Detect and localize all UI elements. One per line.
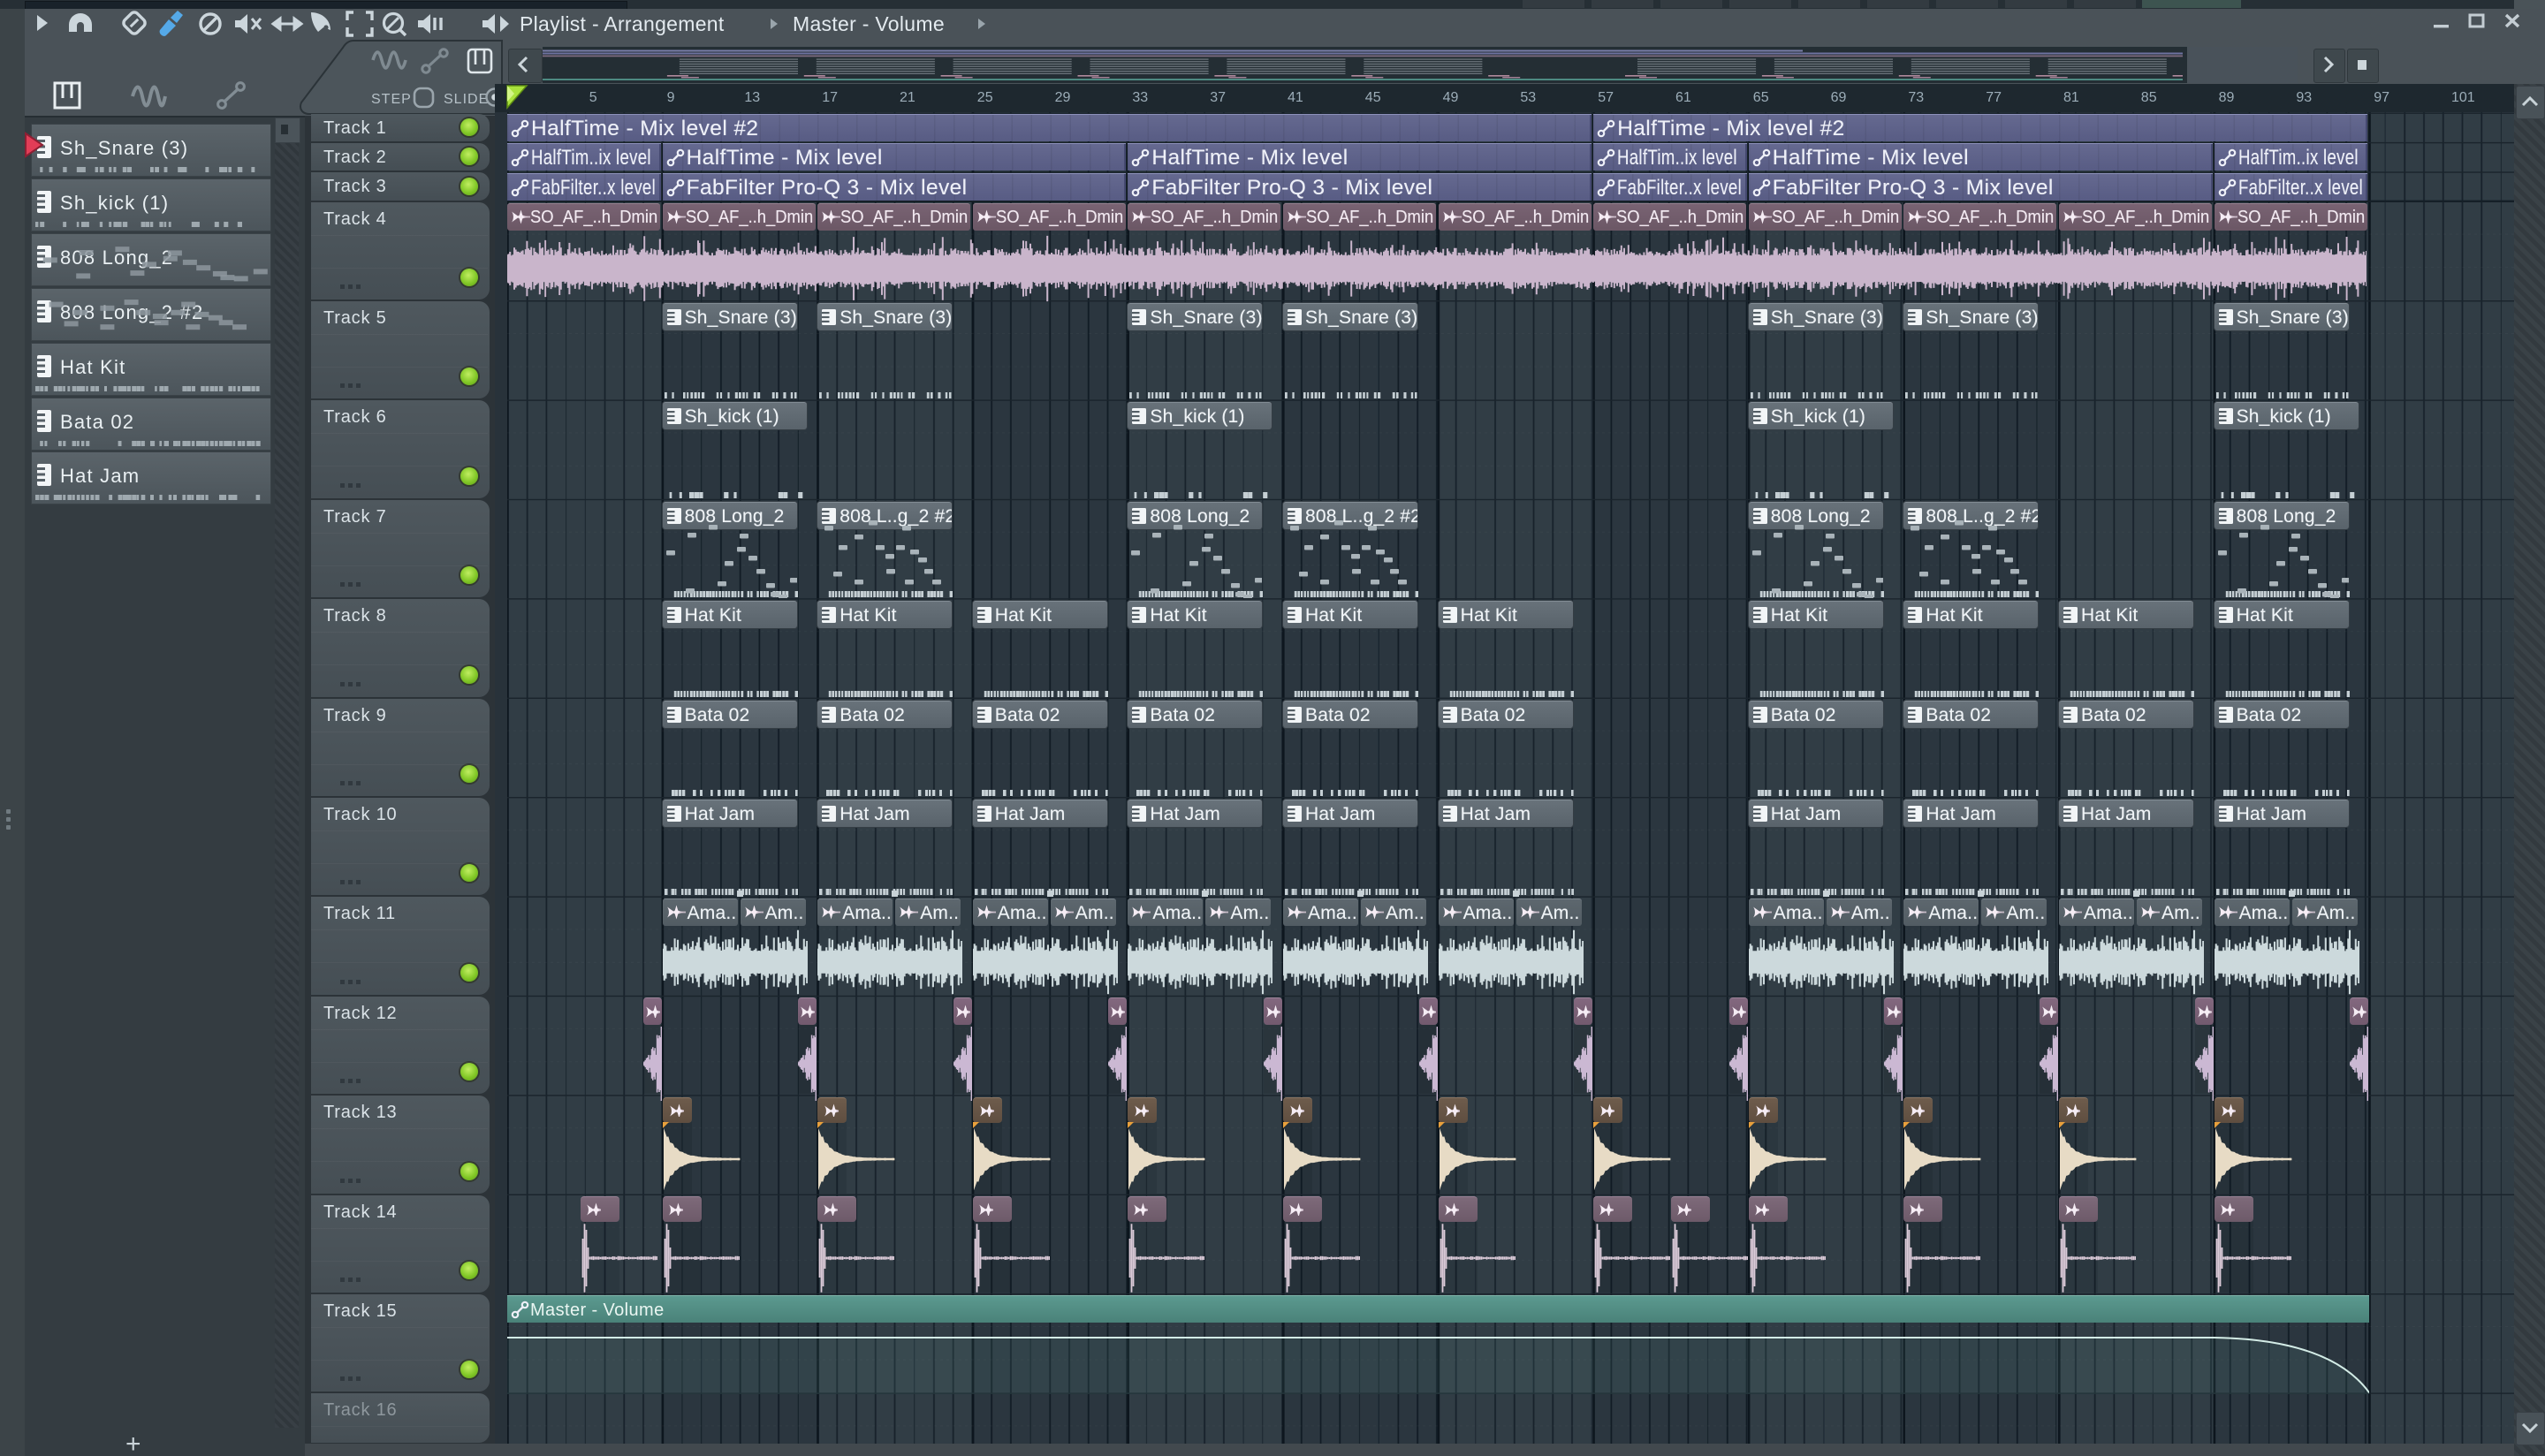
svg-text:STEP: STEP	[371, 92, 412, 107]
svg-text:SLIDE: SLIDE	[444, 92, 489, 107]
